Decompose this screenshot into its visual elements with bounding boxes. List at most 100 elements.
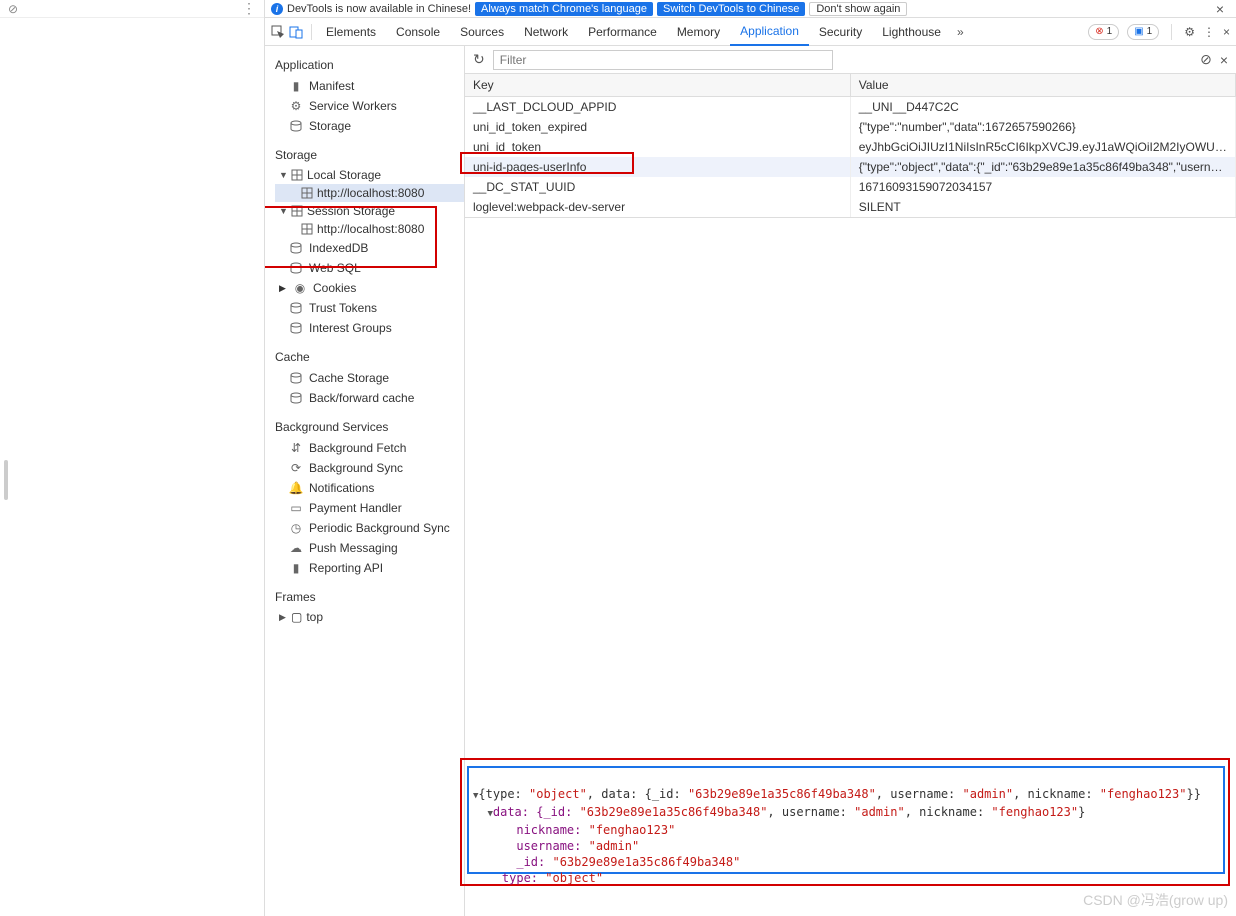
refresh-icon[interactable]: ↻	[473, 51, 485, 68]
filter-input[interactable]	[493, 50, 833, 70]
storage-table: Key Value __LAST_DCLOUD_APPID__UNI__D447…	[465, 74, 1236, 217]
section-storage: Storage	[265, 136, 464, 166]
table-row[interactable]: loglevel:webpack-dev-serverSILENT	[465, 197, 1236, 217]
value-preview: ▼{type: "object", data: {_id: "63b29e89e…	[465, 218, 1236, 916]
dont-show-again-button[interactable]: Don't show again	[809, 2, 907, 16]
sidebar-item-bf-cache[interactable]: Back/forward cache	[265, 388, 464, 408]
switch-devtools-chinese-button[interactable]: Switch DevTools to Chinese	[657, 2, 805, 16]
tab-memory[interactable]: Memory	[667, 18, 730, 46]
more-tabs-icon[interactable]: »	[951, 25, 970, 39]
tree-local-storage-origin[interactable]: http://localhost:8080	[275, 184, 464, 202]
cookie-icon: ◉	[293, 281, 307, 295]
storage-content: ↻ ⊘ × Key Value __LAST_DCLOUD_APPID__UNI…	[465, 46, 1236, 916]
database-icon	[289, 301, 303, 315]
language-bar-text: DevTools is now available in Chinese!	[287, 3, 471, 15]
tab-elements[interactable]: Elements	[316, 18, 386, 46]
table-row[interactable]: uni-id-pages-userInfo{"type":"object","d…	[465, 157, 1236, 177]
panel-resize-handle[interactable]	[4, 460, 8, 500]
tree-frames-top[interactable]: ▶▢top	[275, 608, 464, 626]
delete-selected-icon[interactable]: ×	[1220, 52, 1228, 68]
download-icon: ⇵	[289, 441, 303, 455]
sidebar-item-trust-tokens[interactable]: Trust Tokens	[265, 298, 464, 318]
clock-icon: ◷	[289, 521, 303, 535]
sidebar-item-storage[interactable]: Storage	[265, 116, 464, 136]
sidebar-item-indexeddb[interactable]: IndexedDB	[265, 238, 464, 258]
section-application: Application	[265, 46, 464, 76]
sidebar-item-payment[interactable]: ▭Payment Handler	[265, 498, 464, 518]
tab-security[interactable]: Security	[809, 18, 872, 46]
tree-session-storage-origin[interactable]: http://localhost:8080	[275, 220, 464, 238]
sidebar-item-reporting[interactable]: ▮Reporting API	[265, 558, 464, 578]
table-row[interactable]: __LAST_DCLOUD_APPID__UNI__D447C2C	[465, 97, 1236, 118]
database-icon	[289, 371, 303, 385]
devtools-tabs-bar: Elements Console Sources Network Perform…	[265, 18, 1236, 46]
sidebar-item-push[interactable]: ☁Push Messaging	[265, 538, 464, 558]
kebab-menu-icon[interactable]: ⋮	[1203, 25, 1215, 39]
table-row[interactable]: uni_id_tokeneyJhbGciOiJIUzI1NiIsInR5cCI6…	[465, 137, 1236, 157]
grid-icon	[291, 205, 303, 217]
tab-application[interactable]: Application	[730, 18, 809, 46]
table-row[interactable]: __DC_STAT_UUID16716093159072034157	[465, 177, 1236, 197]
chevron-down-icon: ▼	[279, 206, 287, 216]
sidebar-item-service-workers[interactable]: ⚙Service Workers	[265, 96, 464, 116]
grid-icon	[301, 187, 313, 199]
issues-badge[interactable]: ▣1	[1127, 24, 1159, 40]
devtools-language-bar: i DevTools is now available in Chinese! …	[265, 0, 1236, 18]
column-key[interactable]: Key	[465, 74, 850, 97]
grid-icon	[301, 223, 313, 235]
chevron-right-icon: ▶	[279, 612, 287, 623]
gear-icon: ⚙	[289, 99, 303, 113]
application-sidebar: Application ▮Manifest ⚙Service Workers S…	[265, 46, 465, 916]
tab-network[interactable]: Network	[514, 18, 578, 46]
watermark-text: CSDN @冯浩(grow up)	[1083, 890, 1228, 910]
file-icon: ▮	[289, 561, 303, 575]
section-cache: Cache	[265, 338, 464, 368]
tab-lighthouse[interactable]: Lighthouse	[872, 18, 951, 46]
tab-console[interactable]: Console	[386, 18, 450, 46]
database-icon	[289, 391, 303, 405]
card-icon: ▭	[289, 501, 303, 515]
cloud-icon: ☁	[289, 541, 303, 555]
bell-icon: 🔔	[289, 481, 303, 495]
database-icon	[289, 119, 303, 133]
sidebar-item-cache-storage[interactable]: Cache Storage	[265, 368, 464, 388]
grid-icon	[291, 169, 303, 181]
column-value[interactable]: Value	[850, 74, 1235, 97]
info-icon: i	[271, 3, 283, 15]
tab-performance[interactable]: Performance	[578, 18, 667, 46]
sidebar-item-manifest[interactable]: ▮Manifest	[265, 76, 464, 96]
sidebar-item-bg-fetch[interactable]: ⇵Background Fetch	[265, 438, 464, 458]
database-icon	[289, 241, 303, 255]
database-icon	[289, 261, 303, 275]
section-background-services: Background Services	[265, 408, 464, 438]
tab-sources[interactable]: Sources	[450, 18, 514, 46]
browser-tab-strip: ⊘ ⋮	[0, 0, 265, 916]
more-icon[interactable]: ⋮	[242, 0, 256, 17]
close-language-bar-icon[interactable]: ×	[1210, 1, 1230, 17]
inspect-element-icon[interactable]	[271, 25, 289, 39]
error-badge[interactable]: ⊗1	[1088, 24, 1119, 40]
gear-icon[interactable]: ⚙	[1184, 25, 1195, 39]
chevron-down-icon: ▼	[279, 170, 287, 180]
sidebar-item-cookies[interactable]: ▶◉Cookies	[265, 278, 464, 298]
chevron-right-icon: ▶	[279, 283, 287, 294]
sidebar-item-notifications[interactable]: 🔔Notifications	[265, 478, 464, 498]
match-chrome-language-button[interactable]: Always match Chrome's language	[475, 2, 653, 16]
device-toolbar-icon[interactable]	[289, 25, 307, 39]
close-devtools-icon[interactable]: ×	[1223, 25, 1230, 39]
sidebar-item-websql[interactable]: Web SQL	[265, 258, 464, 278]
file-icon: ▮	[289, 79, 303, 93]
sidebar-item-interest-groups[interactable]: Interest Groups	[265, 318, 464, 338]
sidebar-item-bg-sync[interactable]: ⟳Background Sync	[265, 458, 464, 478]
filter-bar: ↻ ⊘ ×	[465, 46, 1236, 74]
tree-local-storage[interactable]: ▼ Local Storage	[275, 166, 464, 184]
database-icon	[289, 321, 303, 335]
window-icon: ▢	[291, 610, 302, 624]
no-symbol-icon: ⊘	[8, 2, 18, 16]
tree-session-storage[interactable]: ▼ Session Storage	[275, 202, 464, 220]
sidebar-item-periodic-sync[interactable]: ◷Periodic Background Sync	[265, 518, 464, 538]
sync-icon: ⟳	[289, 461, 303, 475]
section-frames: Frames	[265, 578, 464, 608]
clear-all-icon[interactable]: ⊘	[1200, 51, 1212, 68]
table-row[interactable]: uni_id_token_expired{"type":"number","da…	[465, 117, 1236, 137]
